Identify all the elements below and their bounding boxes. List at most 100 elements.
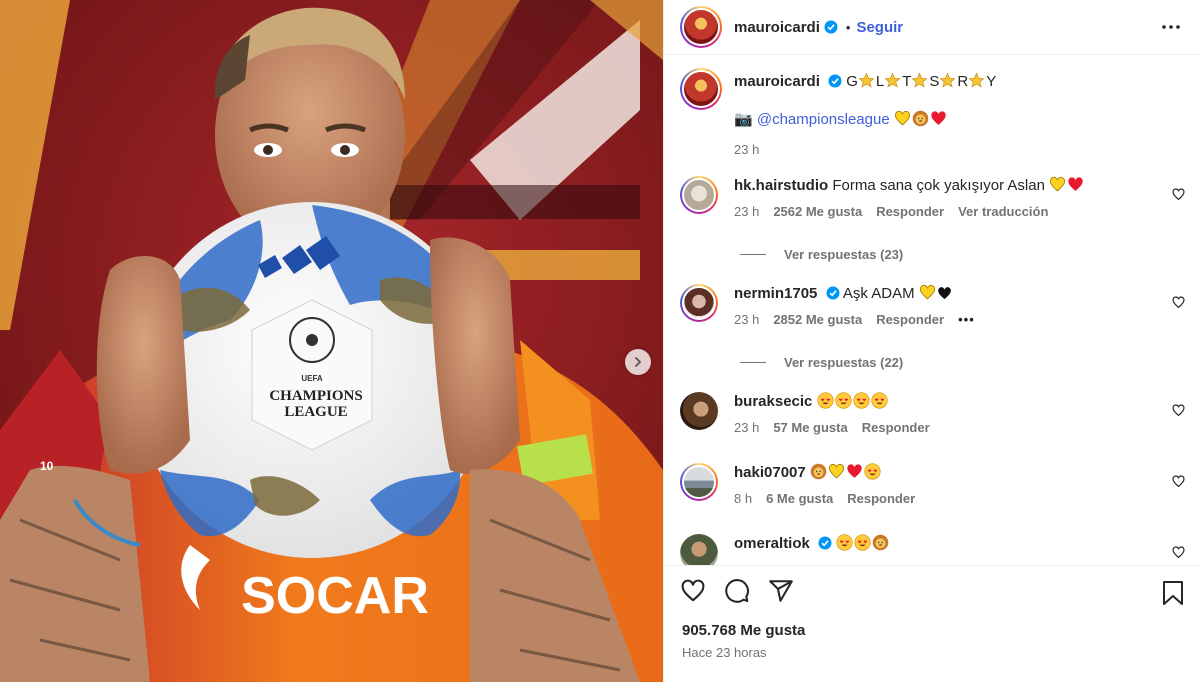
verified-badge-icon: [824, 20, 838, 34]
more-horizontal-icon[interactable]: [1160, 16, 1182, 38]
comment-username[interactable]: haki07007: [734, 464, 806, 481]
reply-button[interactable]: Responder: [876, 312, 944, 327]
yellow-heart-emoji: [894, 110, 911, 127]
follow-button[interactable]: Seguir: [856, 19, 903, 36]
comment-options-button[interactable]: •••: [958, 312, 975, 327]
commenter-avatar[interactable]: [680, 463, 718, 501]
reply-button[interactable]: Responder: [862, 420, 930, 435]
comment-username[interactable]: buraksecic: [734, 393, 812, 410]
view-replies-label: Ver respuestas (22): [784, 355, 904, 370]
caption-credit-line: 📷 @championsleague: [734, 110, 996, 128]
camera-emoji: 📷: [734, 111, 753, 128]
commenter-avatar[interactable]: [680, 534, 718, 565]
comment-time: 23 h: [734, 312, 760, 327]
verified-badge-icon: [818, 536, 832, 550]
red-heart-emoji: [1067, 176, 1084, 193]
paper-plane-icon[interactable]: [768, 578, 794, 604]
author-avatar[interactable]: [680, 6, 722, 48]
author-username[interactable]: mauroicardi: [734, 19, 820, 36]
comment-bubble-icon[interactable]: [724, 578, 750, 604]
yellow-heart-emoji: [1049, 176, 1066, 193]
yellow-heart-emoji: [828, 463, 845, 480]
post-media[interactable]: UEFA CHAMPIONS LEAGUE SOCAR 10: [0, 0, 663, 682]
comment-item: nermin1705 Aşk ADAM 23 h 2852 Me gusta R…: [680, 284, 1185, 327]
comment-item: hk.hairstudio Forma sana çok yakışıyor A…: [680, 176, 1185, 219]
yellow-heart-emoji: [919, 284, 936, 301]
caption-title-line: mauroicardi GLTSRY: [734, 72, 996, 90]
commenter-avatar[interactable]: [680, 284, 718, 322]
caption-time: 23 h: [734, 142, 760, 157]
post-timestamp: Hace 23 horas: [682, 645, 767, 660]
heart-eyes-emoji: [864, 463, 881, 480]
ball-brand-text: CHAMPIONS: [269, 388, 362, 404]
heart-eyes-emoji: [836, 534, 853, 551]
comment-likes[interactable]: 2562 Me gusta: [773, 204, 862, 219]
commenter-avatar[interactable]: [680, 392, 718, 430]
translate-button[interactable]: Ver traducción: [958, 204, 1048, 219]
reply-button[interactable]: Responder: [847, 491, 915, 506]
ball-brand-text-2: LEAGUE: [284, 404, 347, 420]
heart-eyes-emoji: [816, 392, 834, 409]
chevron-right-icon: [635, 357, 642, 367]
caption-letter: L: [875, 73, 885, 90]
comment-username[interactable]: hk.hairstudio: [734, 177, 828, 194]
post-side-panel: mauroicardi • Seguir mauroicardi G L T S…: [663, 0, 1200, 682]
post-actions-section: 905.768 Me gusta Hace 23 horas: [664, 565, 1200, 682]
comment-time: 23 h: [734, 420, 760, 435]
comment-text: Aşk ADAM: [842, 285, 915, 302]
comment-like-heart-icon[interactable]: [1172, 546, 1185, 559]
comment-username[interactable]: nermin1705: [734, 285, 817, 302]
comment-likes[interactable]: 2852 Me gusta: [773, 312, 862, 327]
view-replies-button[interactable]: Ver respuestas (22): [740, 355, 903, 370]
comment-item: buraksecic 23 h 57 Me gusta Responder: [680, 392, 1185, 435]
commenter-avatar[interactable]: [680, 176, 718, 214]
comment-text: Forma sana çok yakışıyor Aslan: [832, 177, 1045, 194]
jersey-sponsor-text: SOCAR: [241, 567, 429, 625]
star-emoji: [968, 72, 985, 89]
heart-outline-icon[interactable]: [680, 578, 706, 604]
comment-like-heart-icon[interactable]: [1172, 188, 1185, 201]
post-photo: UEFA CHAMPIONS LEAGUE SOCAR 10: [0, 0, 663, 682]
lion-emoji: [872, 534, 889, 551]
red-heart-emoji: [846, 463, 863, 480]
heart-eyes-emoji: [834, 392, 852, 409]
next-media-button[interactable]: [625, 349, 651, 375]
lion-emoji: [912, 110, 929, 127]
post-caption: mauroicardi GLTSRY 📷 @championsleague 23…: [680, 68, 996, 157]
caption-avatar[interactable]: [680, 68, 722, 110]
comment-like-heart-icon[interactable]: [1172, 475, 1185, 488]
comments-list[interactable]: mauroicardi GLTSRY 📷 @championsleague 23…: [664, 55, 1200, 565]
ball-uefa-text: UEFA: [301, 374, 323, 383]
caption-letter: R: [957, 73, 969, 90]
lion-emoji: [810, 463, 827, 480]
red-heart-emoji: [930, 110, 947, 127]
caption-mention-link[interactable]: @championsleague: [757, 111, 890, 128]
heart-eyes-emoji: [854, 534, 871, 551]
view-replies-button[interactable]: Ver respuestas (23): [740, 247, 903, 262]
caption-username[interactable]: mauroicardi: [734, 73, 820, 90]
caption-letter: S: [929, 73, 940, 90]
caption-letter: G: [846, 73, 858, 90]
caption-letter: Y: [986, 73, 997, 90]
star-emoji: [884, 72, 901, 89]
comment-likes[interactable]: 57 Me gusta: [773, 420, 847, 435]
black-heart-emoji: [937, 286, 954, 303]
comment-likes[interactable]: 6 Me gusta: [766, 491, 833, 506]
reply-button[interactable]: Responder: [876, 204, 944, 219]
star-emoji: [939, 72, 956, 89]
comment-like-heart-icon[interactable]: [1172, 404, 1185, 417]
post-likes-count[interactable]: 905.768 Me gusta: [682, 622, 805, 639]
header-separator: •: [845, 19, 851, 35]
verified-badge-icon: [828, 74, 842, 88]
comment-item: omeraltiok: [680, 534, 1185, 565]
view-replies-label: Ver respuestas (23): [784, 247, 904, 262]
caption-letter: T: [902, 73, 912, 90]
post-header: mauroicardi • Seguir: [664, 0, 1200, 55]
comment-username[interactable]: omeraltiok: [734, 535, 810, 552]
star-emoji: [858, 72, 875, 89]
bookmark-icon[interactable]: [1162, 580, 1184, 606]
instagram-post-view: UEFA CHAMPIONS LEAGUE SOCAR 10 mauroicar…: [0, 0, 1200, 682]
comment-like-heart-icon[interactable]: [1172, 296, 1185, 309]
verified-badge-icon: [826, 286, 840, 300]
star-emoji: [911, 72, 928, 89]
